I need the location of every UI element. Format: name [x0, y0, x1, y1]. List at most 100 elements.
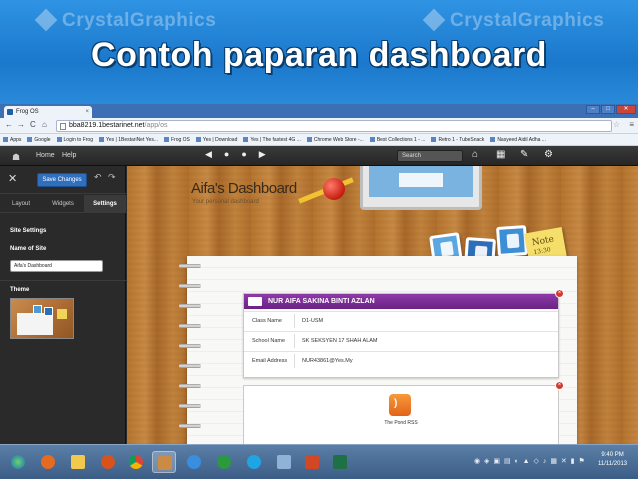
watermark-left: CrystalGraphics	[34, 8, 216, 32]
network-taskbar-icon[interactable]	[272, 451, 296, 473]
apps-icon	[3, 136, 8, 142]
theme-thumbnail[interactable]	[10, 298, 74, 339]
back-icon[interactable]: ←	[5, 120, 13, 129]
bookmark-yes-1bestarinet[interactable]: Yes | 1BestariNet Yes...	[99, 134, 158, 145]
home-icon[interactable]: ⌂	[472, 149, 478, 160]
redo-icon[interactable]: ↷	[108, 172, 116, 183]
bookmark-yes-download[interactable]: Yes | Download	[195, 134, 237, 145]
dashboard-icon[interactable]: ▦	[496, 149, 505, 160]
notebook-ring	[179, 364, 201, 368]
tab-layout[interactable]: Layout	[0, 195, 42, 212]
student-profile-widget: NUR AIFA SAKINA BINTI AZLAN Class Name D…	[243, 293, 559, 378]
bookmark-icon	[369, 136, 375, 142]
taskbar-clock[interactable]: 9:40 PM 11/11/2013	[598, 451, 627, 469]
watermark-right: CrystalGraphics	[422, 8, 605, 32]
dashboard-title: Aifa's Dashboard	[191, 180, 297, 197]
window-controls: – □ ✕	[586, 105, 636, 114]
page-pager[interactable]: ◀●●▶	[205, 149, 278, 160]
ie-taskbar-icon[interactable]	[182, 451, 206, 473]
rss-label: The Pond RSS	[384, 420, 418, 426]
chrome-taskbar-icon[interactable]	[124, 451, 148, 473]
table-row: School Name SK SEKSYEN 17 SHAH ALAM	[244, 331, 558, 349]
sidebar-tabs: Layout Widgets Settings	[0, 195, 126, 213]
notebook-ring	[179, 344, 201, 348]
table-row: Email Address NUR43861@Yes.My	[244, 351, 558, 369]
settings-icon[interactable]: ⚙	[544, 149, 553, 160]
bookmark-retro[interactable]: Retro 1 - TubeSnack	[431, 134, 484, 145]
photo-taskbar-icon[interactable]	[152, 451, 176, 473]
rss-icon[interactable]: )	[389, 394, 411, 416]
forward-icon[interactable]: →	[17, 120, 25, 129]
bookmark-icon	[195, 136, 201, 142]
bookmark-icon	[99, 136, 104, 142]
tab-close-icon[interactable]: ×	[85, 106, 89, 118]
bookmark-yes-4g[interactable]: Yes | The fastest 4G ...	[243, 134, 301, 145]
notebook-ring	[179, 384, 201, 388]
bookmark-frog-os[interactable]: Frog OS	[163, 134, 190, 145]
widget-close-icon[interactable]: ×	[555, 289, 564, 298]
close-icon[interactable]: ✕	[8, 172, 17, 185]
bookmark-apps[interactable]: Apps	[3, 134, 21, 145]
student-name: NUR AIFA SAKINA BINTI AZLAN	[268, 298, 375, 305]
clock-date: 11/11/2013	[598, 461, 628, 467]
theme-tile	[33, 305, 42, 314]
url-path: /app/os	[144, 122, 168, 129]
theme-label: Theme	[10, 287, 30, 293]
nav-help[interactable]: Help	[62, 152, 76, 159]
search-input[interactable]: Search	[397, 150, 463, 162]
name-of-site-label: Name of Site	[10, 246, 47, 252]
explorer-taskbar-icon[interactable]	[66, 451, 90, 473]
table-row: Class Name D1-USM	[244, 311, 558, 329]
firefox-taskbar-icon[interactable]	[36, 451, 60, 473]
save-changes-button[interactable]: Save Changes	[37, 173, 87, 187]
system-tray[interactable]: ◉ ◈ ▣ ▤ ◐ ▲ ◇ ♪ ▦ ✕ ▮ ⚑	[474, 457, 586, 465]
site-name-input[interactable]: Aifa's Dashboard	[10, 260, 103, 272]
monitor-illustration	[360, 166, 482, 210]
theme-note	[57, 309, 67, 319]
windows-taskbar: ◉ ◈ ▣ ▤ ◐ ▲ ◇ ♪ ▦ ✕ ▮ ⚑ 9:40 PM 11/11/20…	[0, 444, 638, 479]
bookmark-google[interactable]: Google	[27, 134, 51, 145]
app-tile-icon[interactable]	[495, 224, 529, 258]
notebook-ring	[179, 304, 201, 308]
rss-widget: ) The Pond RSS	[243, 385, 559, 444]
bookmark-icon	[306, 136, 312, 142]
browser-menu-icon[interactable]: ≡	[629, 120, 634, 129]
app-taskbar-icon[interactable]	[212, 451, 236, 473]
skype-taskbar-icon[interactable]	[242, 451, 266, 473]
frog-logo-icon[interactable]: ☗	[12, 152, 20, 163]
tab-widgets[interactable]: Widgets	[42, 195, 84, 212]
firefox-taskbar-icon[interactable]	[96, 451, 120, 473]
powerpoint-taskbar-icon[interactable]	[300, 451, 324, 473]
tools-icon[interactable]: ✎	[520, 149, 528, 160]
bookmark-icon	[27, 136, 33, 142]
window-close-button[interactable]: ✕	[616, 105, 636, 114]
frog-top-bar: ☗ Home Help ◀●●▶ Search ⌂ ▦ ✎ ⚙	[0, 146, 638, 166]
bookmark-icon	[490, 136, 496, 142]
bookmark-chrome-store[interactable]: Chrome Web Store -...	[306, 134, 364, 145]
dashboard-canvas: Aifa's Dashboard Your personal dashboard…	[127, 166, 638, 444]
bookmark-star-icon[interactable]: ☆	[613, 120, 620, 129]
bookmark-best-collections[interactable]: Best Collections 1 - ...	[369, 134, 425, 145]
minimize-button[interactable]: –	[586, 105, 600, 114]
nav-home[interactable]: Home	[36, 152, 55, 159]
page-icon	[60, 123, 66, 130]
bookmark-login-frog[interactable]: Login to Frog	[56, 134, 93, 145]
bookmark-icon	[243, 136, 249, 142]
watermark-text: CrystalGraphics	[450, 10, 605, 31]
notebook-ring	[179, 404, 201, 408]
browser-tab[interactable]: Frog OS ×	[4, 106, 92, 118]
tab-settings[interactable]: Settings	[84, 195, 126, 212]
notebook-ring	[179, 324, 201, 328]
bookmark-nasyeed[interactable]: Nasyeed Aidil Adha ...	[490, 134, 546, 145]
home-icon[interactable]: ⌂	[42, 120, 47, 129]
undo-icon[interactable]: ↶	[94, 172, 102, 183]
site-settings-heading: Site Settings	[10, 228, 47, 234]
maximize-button[interactable]: □	[601, 105, 615, 114]
dashboard-subtitle: Your personal dashboard	[192, 199, 259, 205]
start-button[interactable]	[6, 451, 30, 473]
excel-taskbar-icon[interactable]	[328, 451, 352, 473]
widget-close-icon[interactable]: ×	[555, 381, 564, 390]
reload-icon[interactable]: C	[30, 120, 36, 129]
bookmarks-bar: Apps Google Login to Frog Yes | 1Bestari…	[0, 134, 638, 146]
url-input[interactable]: bba8219.1bestarinet.net/app/os	[56, 120, 612, 132]
